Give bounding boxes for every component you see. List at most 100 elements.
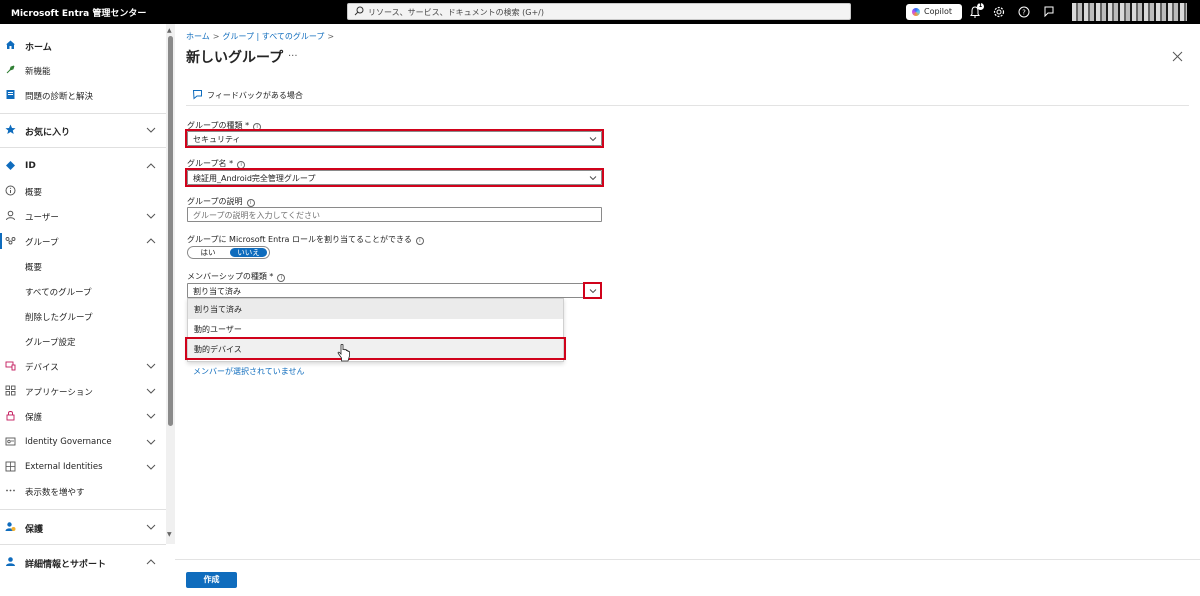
group-description-label: グループの説明 i: [187, 196, 255, 207]
help-icon[interactable]: ?: [1017, 5, 1031, 19]
toggle-option-yes[interactable]: はい: [191, 248, 225, 257]
info-icon[interactable]: i: [277, 274, 286, 282]
breadcrumb-groups-link[interactable]: グループ | すべてのグループ: [222, 32, 324, 41]
page-title: 新しいグループ: [186, 50, 284, 66]
membership-type-label: メンバーシップの種類 * i: [187, 271, 286, 282]
membership-type-dropdown[interactable]: 割り当て済み: [187, 283, 602, 298]
close-icon[interactable]: [1172, 51, 1183, 62]
copilot-icon: [912, 8, 920, 16]
info-icon[interactable]: i: [246, 199, 255, 207]
user-icon: [5, 210, 16, 221]
feedback-label: フィードバックがある場合: [207, 91, 303, 100]
group-description-placeholder: グループの説明を入力してください: [193, 211, 321, 220]
sidebar-item-label: グループ設定: [25, 338, 76, 348]
chevron-up-icon: [146, 161, 156, 171]
footer-divider: [175, 559, 1200, 560]
sidebar-item-label: 表示数を増やす: [25, 488, 85, 498]
copilot-button[interactable]: Copilot: [906, 4, 962, 20]
chevron-down-icon: [146, 437, 156, 447]
more-options-icon[interactable]: ···: [288, 51, 298, 62]
sidebar-item-show-more[interactable]: 表示数を増やす: [0, 479, 162, 503]
group-description-label-text: グループの説明: [187, 197, 243, 206]
membership-type-label-text: メンバーシップの種類: [187, 272, 267, 281]
sidebar-item-label: ホーム: [25, 43, 52, 53]
chevron-down-icon: [146, 522, 156, 532]
required-asterisk: *: [229, 159, 234, 168]
members-link[interactable]: メンバーが選択されていません: [193, 366, 305, 377]
support-icon: [5, 556, 16, 567]
breadcrumb-separator-icon: >: [212, 32, 220, 41]
gear-icon[interactable]: [992, 5, 1006, 19]
sidebar-item-applications[interactable]: アプリケーション: [0, 379, 162, 403]
role-assignable-toggle[interactable]: はい いいえ: [187, 246, 270, 259]
governance-icon: [5, 436, 16, 447]
sidebar-item-label: 概要: [25, 188, 43, 198]
info-icon[interactable]: i: [415, 237, 424, 245]
devices-icon: [5, 360, 16, 371]
sidebar-item-external-identities[interactable]: External Identities: [0, 455, 162, 479]
sidebar: ホーム 新機能 問題の診断と解決 お気に入り ID 概要 ユーザー グループ 概…: [0, 24, 166, 596]
sidebar-item-label: 新機能: [25, 67, 51, 77]
sidebar-item-label: 概要: [25, 263, 43, 273]
group-description-input[interactable]: グループの説明を入力してください: [187, 207, 602, 222]
sidebar-item-all-groups[interactable]: すべてのグループ: [0, 279, 162, 303]
sidebar-item-deleted-groups[interactable]: 削除したグループ: [0, 304, 162, 328]
scroll-up-arrow-icon[interactable]: ▲: [167, 27, 172, 34]
chevron-up-icon: [146, 236, 156, 246]
search-icon: [354, 6, 364, 16]
sidebar-item-id[interactable]: ID: [0, 154, 162, 178]
option-dynamic-user[interactable]: 動的ユーザー: [188, 319, 563, 339]
sidebar-item-label: 削除したグループ: [25, 313, 93, 323]
lock-icon: [5, 410, 16, 421]
sidebar-item-groups[interactable]: グループ: [0, 229, 162, 253]
sidebar-item-diagnose[interactable]: 問題の診断と解決: [0, 83, 162, 107]
group-name-label-text: グループ名: [187, 159, 227, 168]
sidebar-item-home[interactable]: ホーム: [0, 33, 162, 57]
chevron-down-icon: [146, 361, 156, 371]
search-box[interactable]: リソース、サービス、ドキュメントの検索 (G+/): [347, 3, 851, 20]
sidebar-item-label: お気に入り: [25, 128, 71, 138]
rocket-icon: [5, 64, 16, 75]
toggle-option-no[interactable]: いいえ: [230, 248, 267, 257]
sidebar-item-overview[interactable]: 概要: [0, 179, 162, 203]
sidebar-item-protection[interactable]: 保護: [0, 404, 162, 428]
svg-text:?: ?: [1022, 9, 1026, 17]
chevron-down-icon: [146, 386, 156, 396]
breadcrumb-separator-icon: >: [327, 32, 335, 41]
main-content: ホーム > グループ | すべてのグループ > 新しいグループ ··· フィードバック…: [175, 24, 1200, 596]
sidebar-item-label: アプリケーション: [25, 388, 93, 398]
sidebar-item-favorites[interactable]: お気に入り: [0, 118, 162, 142]
feedback-icon[interactable]: [1042, 5, 1056, 19]
apps-grid-icon: [5, 385, 16, 396]
sidebar-item-group-settings[interactable]: グループ設定: [0, 329, 162, 353]
sidebar-item-devices[interactable]: デバイス: [0, 354, 162, 378]
app-title[interactable]: Microsoft Entra 管理センター: [11, 6, 146, 19]
chevron-down-icon: [146, 462, 156, 472]
sidebar-item-users[interactable]: ユーザー: [0, 204, 162, 228]
breadcrumb-home-link[interactable]: ホーム: [186, 32, 210, 41]
hand-cursor-icon: [337, 344, 351, 362]
sidebar-item-whats-new[interactable]: 新機能: [0, 58, 162, 82]
sidebar-item-groups-overview[interactable]: 概要: [0, 254, 162, 278]
highlight-box: [185, 129, 604, 148]
external-icon: [5, 461, 16, 472]
scroll-down-arrow-icon[interactable]: ▼: [167, 531, 172, 538]
sidebar-divider: [0, 544, 166, 545]
membership-type-value: 割り当て済み: [193, 287, 241, 296]
sidebar-scrollbar-thumb[interactable]: [168, 36, 173, 426]
sidebar-item-label: ユーザー: [25, 213, 59, 223]
sidebar-item-support[interactable]: 詳細情報とサポート: [0, 550, 162, 574]
option-label: 割り当て済み: [194, 305, 242, 314]
option-assigned[interactable]: 割り当て済み: [188, 299, 563, 319]
sidebar-item-protect[interactable]: 保護: [0, 515, 162, 539]
groups-icon: [5, 235, 16, 246]
toolbar-divider: [186, 105, 1189, 106]
create-button[interactable]: 作成: [186, 572, 237, 588]
chevron-down-icon: [146, 211, 156, 221]
account-avatar[interactable]: [1072, 3, 1187, 21]
diagnose-icon: [5, 89, 16, 100]
search-input[interactable]: リソース、サービス、ドキュメントの検索 (G+/): [368, 7, 544, 18]
info-icon: [5, 185, 16, 196]
sidebar-item-label: すべてのグループ: [25, 288, 92, 298]
sidebar-item-identity-governance[interactable]: Identity Governance: [0, 430, 162, 454]
